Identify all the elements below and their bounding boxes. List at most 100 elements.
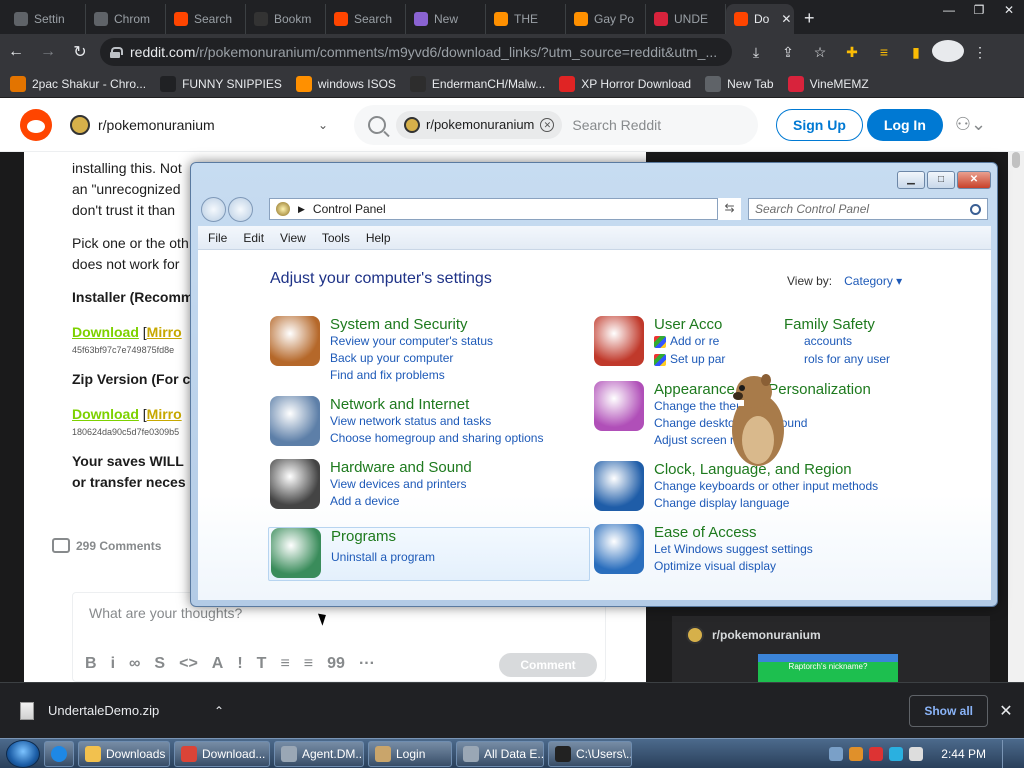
category-link[interactable]: Find and fix problems [330,368,445,382]
bookmark-star-icon[interactable]: ☆ [804,44,836,61]
new-tab-button[interactable]: + [794,8,825,34]
format-tool-icon[interactable]: i [111,655,115,673]
menu-item[interactable]: Edit [243,231,264,245]
category-link[interactable]: Uninstall a program [331,550,435,564]
refresh-icon[interactable]: ⇆ [717,198,741,220]
cp-search-input[interactable]: Search Control Panel [748,198,988,220]
reddit-logo-icon[interactable] [20,108,52,141]
category-link[interactable]: Change display language [654,496,789,510]
category-icon[interactable] [270,459,320,509]
bookmark-item[interactable]: windows ISOS [295,75,396,92]
browser-tab[interactable]: Settin [6,4,86,34]
close-icon[interactable]: ✕ [957,171,991,189]
browser-tab[interactable]: Search [326,4,406,34]
user-menu-icon[interactable]: ⚇⌄ [955,114,986,135]
category-icon[interactable] [594,316,644,366]
clear-chip-icon[interactable]: ✕ [540,117,555,132]
category-title[interactable]: Programs [331,528,396,545]
view-by-dropdown[interactable]: Category ▾ [844,274,902,288]
show-desktop-button[interactable] [1002,739,1014,768]
back-icon[interactable] [201,197,226,222]
category-title[interactable]: Ease of Access [654,524,757,541]
bookmark-item[interactable]: VineMEMZ [787,75,869,92]
category-link[interactable]: rols for any user [804,352,890,366]
chevron-up-icon[interactable]: ⌃ [214,704,224,718]
category-icon[interactable] [594,461,644,511]
close-icon[interactable]: ✕ [988,701,1024,721]
share-icon[interactable]: ⇪ [772,44,804,61]
taskbar-item[interactable]: All Data E... [456,740,544,767]
format-tool-icon[interactable]: 99 [327,655,345,673]
category-title[interactable]: Family Safety [784,316,875,333]
download-link[interactable]: Download [72,406,139,422]
category-title[interactable]: Hardware and Sound [330,459,472,476]
category-link[interactable]: Add or re [654,334,719,348]
comment-button[interactable]: Comment [499,653,597,677]
format-tool-icon[interactable]: A [212,655,224,673]
subreddit-selector[interactable]: r/pokemonuranium ⌄ [70,114,328,135]
category-title[interactable]: System and Security [330,316,468,333]
format-tool-icon[interactable]: S [154,655,165,673]
menu-item[interactable]: View [280,231,306,245]
start-button[interactable] [6,739,40,768]
taskbar-item[interactable]: Agent.DM... [274,740,364,767]
format-tool-icon[interactable]: B [85,655,97,673]
format-tool-icon[interactable]: ! [237,655,242,673]
category-icon[interactable] [270,316,320,366]
category-link[interactable]: Back up your computer [330,351,453,365]
browser-tab[interactable]: Search [166,4,246,34]
maximize-icon[interactable]: □ [927,171,955,189]
browser-tab[interactable]: Do ✕ [726,4,794,34]
clock[interactable]: 2:44 PM [941,747,986,761]
extensions-icon[interactable]: ✚ [836,44,868,61]
back-icon[interactable]: ← [0,43,32,61]
internet-explorer-icon[interactable] [44,740,74,767]
tray-icon[interactable] [909,746,924,761]
category-link[interactable]: View network status and tasks [330,414,491,428]
format-tool-icon[interactable]: T [257,655,267,673]
taskbar-item[interactable]: Downloads [78,740,170,767]
mirror-link[interactable]: [Mirro [143,406,182,422]
category-link[interactable]: Set up par [654,352,725,366]
tray-icon[interactable] [849,746,864,761]
bookmark-item[interactable]: XP Horror Download [559,75,691,92]
reddit-search[interactable]: r/pokemonuranium ✕ Search Reddit [354,104,758,145]
address-bar[interactable]: reddit.com/r/pokemonuranium/comments/m9y… [100,38,732,66]
menu-item[interactable]: Tools [322,231,350,245]
reload-icon[interactable]: ↻ [64,42,96,62]
menu-item[interactable]: Help [366,231,391,245]
category-link[interactable]: accounts [804,334,852,348]
comments-button[interactable]: 299 Comments [52,538,161,553]
forward-icon[interactable]: → [32,43,64,61]
format-tool-icon[interactable]: ≡ [304,655,313,673]
cp-address-bar[interactable]: ▶ Control Panel ▼ [269,198,741,220]
browser-tab[interactable]: Bookm [246,4,326,34]
reading-list-icon[interactable]: ≡ [868,44,900,60]
minimize-icon[interactable]: ▁ [897,171,925,189]
page-scrollbar[interactable] [1008,152,1024,682]
download-link[interactable]: Download [72,324,139,340]
format-tool-icon[interactable]: <> [179,655,198,673]
format-tool-icon[interactable]: ≡ [280,655,289,673]
sidebar-subreddit[interactable]: r/pokemonuranium [712,628,821,642]
taskbar-item[interactable]: Download... [174,740,270,767]
close-tab-icon[interactable]: ✕ [781,12,791,26]
category-link[interactable]: Change keyboards or other input methods [654,479,878,493]
tray-icon[interactable] [889,746,904,761]
bookmark-item[interactable]: EndermanCH/Malw... [409,75,545,92]
install-app-icon[interactable]: ⤓ [740,44,772,61]
bookmark-item[interactable]: FUNNY SNIPPIES [160,75,282,92]
category-link[interactable]: Review your computer's status [330,334,493,348]
sign-up-button[interactable]: Sign Up [776,108,863,141]
category-link[interactable]: Optimize visual display [654,559,776,573]
tray-icon[interactable] [829,746,844,761]
category-icon[interactable] [594,524,644,574]
bookmark-item[interactable]: 2pac Shakur - Chro... [10,75,146,92]
mirror-link[interactable]: [Mirro [143,324,182,340]
category-link[interactable]: Choose homegroup and sharing options [330,431,543,445]
browser-tab[interactable]: THE [486,4,566,34]
menu-item[interactable]: File [208,231,227,245]
download-item[interactable]: UndertaleDemo.zip ⌃ [20,701,224,720]
category-icon[interactable] [271,528,321,578]
category-link[interactable]: Add a device [330,494,399,508]
